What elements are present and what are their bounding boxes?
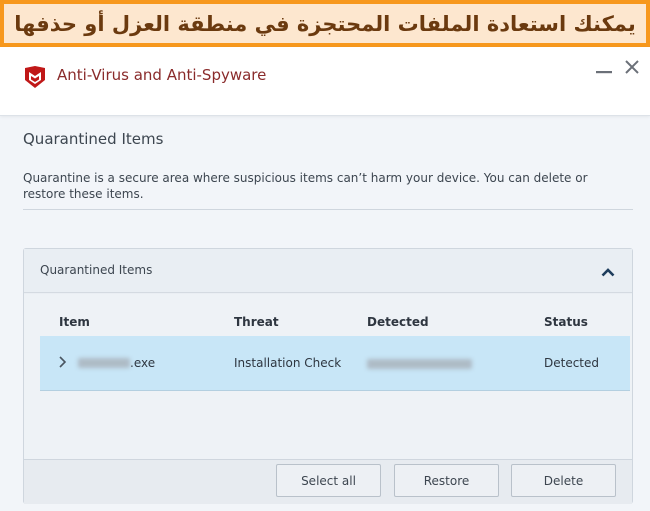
close-icon <box>625 59 639 78</box>
quarantine-table: Item Threat Detected Status .exe Install… <box>24 294 632 459</box>
restore-button[interactable]: Restore <box>394 464 499 497</box>
item-name: .exe <box>78 356 155 370</box>
column-header-detected[interactable]: Detected <box>367 315 429 329</box>
item-extension: .exe <box>130 356 156 370</box>
panel-title: Quarantined Items <box>40 263 153 277</box>
minimize-button[interactable] <box>593 57 615 79</box>
banner-text: يمكنك استعادة الملفات المحتجزة في منطقة … <box>14 11 636 36</box>
threat-name: Installation Check <box>234 356 342 370</box>
column-header-status[interactable]: Status <box>544 315 588 329</box>
quarantined-items-panel: Quarantined Items Item Threat Detected S… <box>23 248 633 504</box>
status-text: Detected <box>544 356 600 370</box>
table-row[interactable]: .exe Installation Check Detected <box>40 336 630 391</box>
panel-footer: Select all Restore Delete <box>24 459 632 504</box>
redacted-filename <box>78 358 130 368</box>
panel-header[interactable]: Quarantined Items <box>24 249 632 293</box>
chevron-up-icon <box>601 262 615 281</box>
title-bar: Anti-Virus and Anti-Spyware <box>0 47 650 116</box>
delete-button[interactable]: Delete <box>511 464 616 497</box>
detected-date <box>367 358 472 372</box>
mcafee-shield-icon <box>25 66 45 88</box>
app-window: Anti-Virus and Anti-Spyware Quarantined … <box>0 47 650 511</box>
collapse-button[interactable] <box>598 261 618 281</box>
redacted-date <box>367 359 472 369</box>
page-description: Quarantine is a secure area where suspic… <box>23 171 588 201</box>
chevron-right-icon[interactable] <box>58 354 68 370</box>
close-button[interactable] <box>621 57 643 79</box>
select-all-button[interactable]: Select all <box>276 464 381 497</box>
column-header-threat[interactable]: Threat <box>234 315 279 329</box>
column-header-item[interactable]: Item <box>59 315 90 329</box>
minimize-icon <box>596 59 612 78</box>
divider <box>23 209 633 210</box>
app-title: Anti-Virus and Anti-Spyware <box>57 66 267 84</box>
arabic-caption-banner: يمكنك استعادة الملفات المحتجزة في منطقة … <box>0 0 650 47</box>
page-title: Quarantined Items <box>23 130 164 148</box>
